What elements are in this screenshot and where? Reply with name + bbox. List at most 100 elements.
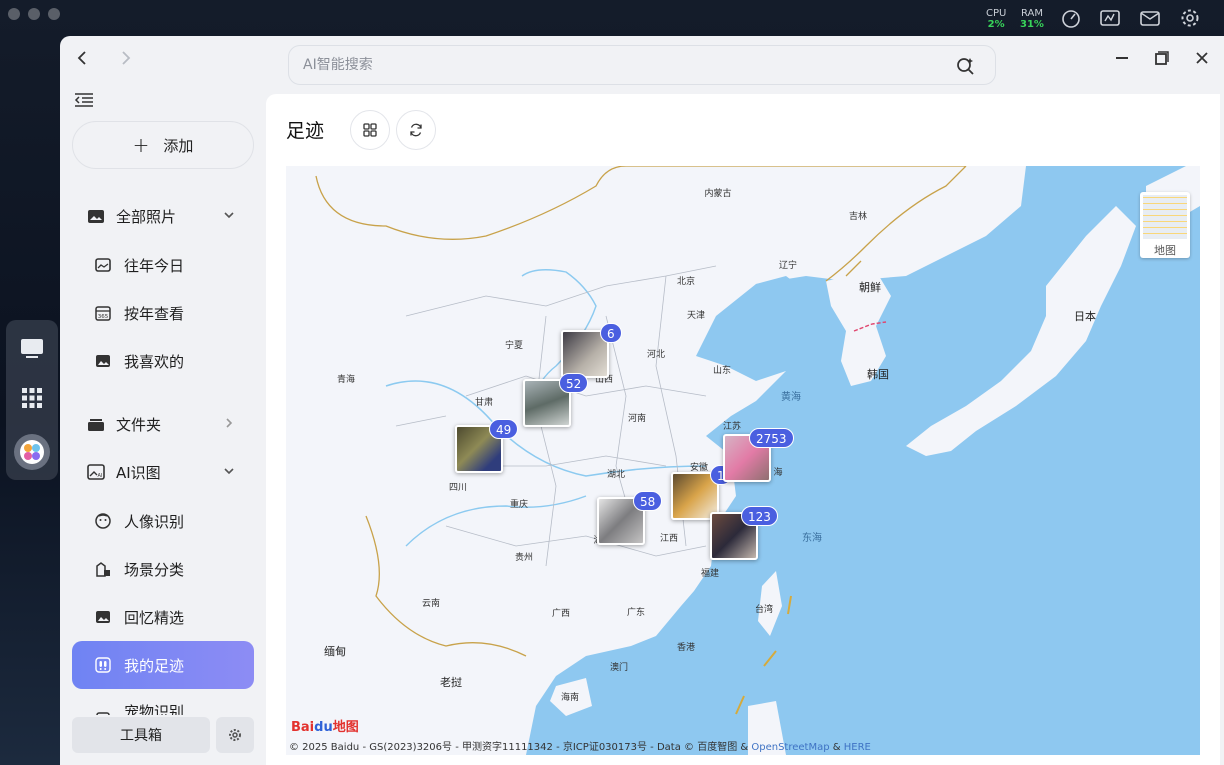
map-label-macau: 澳门	[609, 663, 629, 673]
map-label-gansu: 甘肃	[474, 398, 494, 408]
page-title: 足迹	[286, 120, 325, 142]
ram-label: RAM	[1020, 8, 1043, 19]
folder-stack-icon	[88, 419, 104, 431]
sidebar-item-scene-classification[interactable]: 场景分类	[72, 545, 254, 593]
map-label-ningxia: 宁夏	[504, 341, 524, 351]
scene-icon	[96, 562, 110, 577]
calendar-icon: 365	[95, 306, 111, 321]
map-label-taiwan: 台湾	[754, 605, 774, 615]
map-label-miandian: 缅甸	[324, 645, 346, 658]
map-label-huanghai: 黄海	[781, 392, 801, 403]
window-zoom-dot[interactable]	[48, 8, 60, 20]
sidebar-item-favorites[interactable]: 我喜欢的	[72, 337, 254, 385]
map-label-laowo: 老挝	[440, 676, 462, 689]
map-type-thumbnail	[1143, 195, 1187, 239]
footprints-icon	[95, 657, 111, 673]
map-label-chongqing: 重庆	[509, 500, 529, 510]
minimize-button[interactable]	[1110, 46, 1134, 70]
baidu-map-logo: Baidu地图	[291, 720, 359, 735]
map-type-label: 地图	[1154, 244, 1176, 257]
image-icon	[96, 355, 110, 367]
speed-gauge-icon[interactable]	[1060, 8, 1082, 28]
map-label-jilin: 吉林	[848, 212, 868, 222]
here-link[interactable]: HERE	[844, 742, 871, 753]
map-label-henan: 河南	[627, 414, 647, 424]
ai-search-icon[interactable]	[955, 56, 975, 76]
dock-desktop-icon[interactable]	[14, 330, 50, 366]
map-label-liaoning: 辽宁	[778, 261, 798, 271]
sidebar-item-face-recognition[interactable]: 人像识别	[72, 497, 254, 545]
map-label-guangxi: 广西	[551, 609, 571, 619]
chevron-right-icon	[226, 418, 233, 428]
map-label-sichuan: 四川	[448, 483, 468, 493]
footprint-map[interactable]: 内蒙古 吉林 辽宁 北京 天津 河北 山西 宁夏 青海 甘肃 山东 河南 江苏 …	[286, 166, 1200, 755]
sidebar-item-all-photos[interactable]: 全部照片	[72, 196, 254, 236]
map-label-beijing: 北京	[676, 277, 696, 287]
settings-gear-icon[interactable]	[1179, 8, 1201, 28]
dock-photos-app-icon[interactable]	[14, 434, 50, 470]
chevron-left-icon	[77, 51, 86, 65]
sidebar-item-label: 往年今日	[124, 256, 185, 275]
map-label-yunnan: 云南	[421, 599, 441, 609]
sidebar-item-on-this-day[interactable]: 往年今日	[72, 241, 254, 289]
map-label-shanghai: 海	[773, 468, 783, 478]
window-close-dot[interactable]	[8, 8, 20, 20]
refresh-button[interactable]	[396, 110, 436, 150]
photo-icon	[95, 258, 111, 272]
ram-indicator: RAM 31%	[1020, 8, 1044, 30]
system-top-bar: CPU 2% RAM 31%	[0, 0, 1224, 36]
copyright-ampersand: &	[832, 742, 841, 753]
close-icon	[1196, 52, 1208, 64]
grid-view-button[interactable]	[350, 110, 390, 150]
collapse-sidebar-icon[interactable]	[74, 92, 94, 108]
map-label-jiangxi: 江西	[659, 534, 679, 544]
openstreetmap-link[interactable]: OpenStreetMap	[751, 742, 829, 753]
map-label-tianjin: 天津	[686, 311, 706, 321]
toolbox-label: 工具箱	[120, 728, 162, 744]
map-label-chaoxian: 朝鲜	[859, 281, 881, 294]
sidebar-item-label: 文件夹	[116, 415, 162, 434]
dock-apps-grid-icon[interactable]	[14, 380, 50, 416]
cpu-label: CPU	[986, 8, 1007, 19]
close-button[interactable]	[1190, 46, 1214, 70]
toolbox-button[interactable]: 工具箱	[72, 717, 210, 753]
resource-monitor-icon[interactable]	[1099, 8, 1121, 28]
ram-value: 31%	[1020, 19, 1044, 30]
map-label-hebei: 河北	[646, 350, 666, 360]
map-label-guangdong: 广东	[626, 608, 646, 618]
back-button[interactable]	[68, 44, 96, 72]
photo-cluster-count[interactable]: 52	[559, 373, 589, 393]
sidebar-item-pet-recognition[interactable]: 宠物识别	[72, 689, 254, 715]
cpu-indicator: CPU 2%	[986, 8, 1006, 30]
main-content: 足迹 内蒙古 吉林 辽宁 北京 天津 河北 山西 宁夏 青海 甘肃 山东 河南 …	[266, 94, 1220, 765]
forward-button[interactable]	[112, 44, 140, 72]
map-type-switch[interactable]: 地图	[1140, 192, 1190, 258]
ai-search-input[interactable]	[303, 46, 923, 84]
window-minimize-dot[interactable]	[28, 8, 40, 20]
sidebar-item-ai-recognition[interactable]: AI AI识图	[72, 452, 254, 492]
map-label-hubei: 湖北	[606, 470, 626, 480]
sidebar-item-my-footprints[interactable]: 我的足迹	[72, 641, 254, 689]
sidebar-item-folders[interactable]: 文件夹	[72, 404, 254, 444]
photo-cluster-count[interactable]: 2753	[749, 428, 794, 448]
sidebar-item-by-year[interactable]: 365 按年查看	[72, 289, 254, 337]
sidebar-item-memories[interactable]: 回忆精选	[72, 593, 254, 641]
map-label-hainan: 海南	[560, 693, 580, 703]
photo-cluster-count[interactable]: 123	[741, 506, 778, 526]
copyright-text: © 2025 Baidu - GS(2023)3206号 - 甲测资字11111…	[289, 742, 749, 753]
svg-text:365: 365	[98, 314, 109, 320]
ai-image-icon: AI	[87, 464, 105, 480]
map-label-hongkong: 香港	[676, 643, 696, 653]
toolbox-settings-button[interactable]	[216, 717, 254, 753]
add-label: 添加	[163, 136, 194, 155]
mail-icon[interactable]	[1139, 8, 1161, 28]
photo-cluster-count[interactable]: 58	[633, 491, 663, 511]
photo-cluster-count[interactable]: 49	[489, 419, 519, 439]
add-button[interactable]: + 添加	[72, 121, 254, 169]
photo-cluster-count[interactable]: 6	[600, 323, 622, 343]
cpu-value: 2%	[987, 19, 1005, 30]
ai-search-bar[interactable]	[288, 45, 996, 85]
face-icon	[95, 513, 111, 529]
sidebar-item-label: 人像识别	[124, 512, 185, 531]
maximize-button[interactable]	[1150, 46, 1174, 70]
